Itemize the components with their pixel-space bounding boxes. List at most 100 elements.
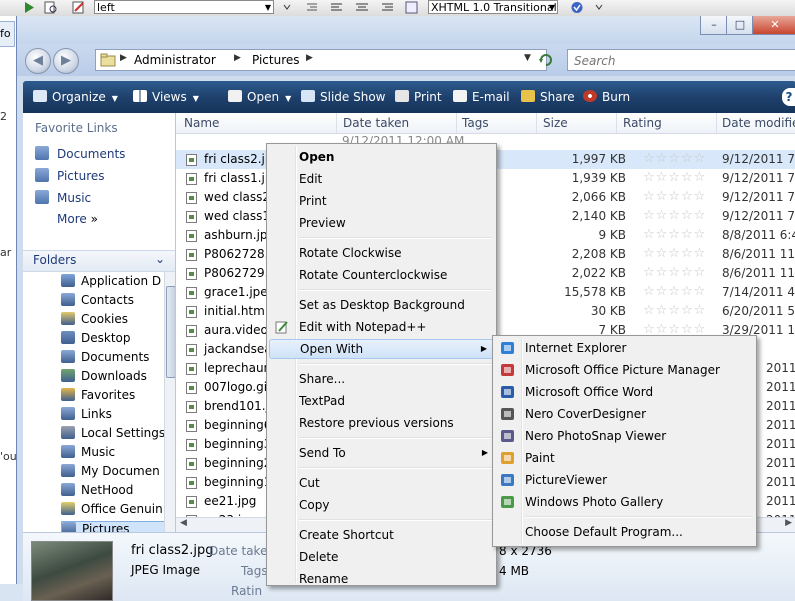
context-menu-item[interactable]: Copy <box>269 495 494 515</box>
open-with-item[interactable]: Paint <box>495 448 754 468</box>
print-button[interactable]: Print <box>395 87 442 107</box>
rating-stars-icon[interactable]: ☆☆☆☆☆ <box>643 208 706 223</box>
column-divider[interactable] <box>456 113 457 133</box>
folder-tree-item[interactable]: Desktop <box>61 331 171 345</box>
folder-tree-item[interactable]: NetHood <box>61 483 171 497</box>
column-divider[interactable] <box>716 113 717 133</box>
folder-tree-item[interactable]: Downloads <box>61 369 171 383</box>
context-menu-item[interactable]: TextPad <box>269 391 494 411</box>
indent-icon[interactable] <box>305 1 319 14</box>
back-button[interactable]: ◀ <box>25 48 51 74</box>
address-dropdown-icon[interactable]: ▼ <box>524 53 531 63</box>
format-icon[interactable] <box>405 1 419 14</box>
toolbar-chevron-icon[interactable] <box>592 1 606 14</box>
context-menu-item[interactable]: Preview <box>269 213 494 233</box>
breadcrumb-pictures[interactable]: Pictures <box>252 53 300 67</box>
folder-tree-item[interactable]: Local Settings <box>61 426 171 440</box>
scroll-right-icon[interactable]: ▶ <box>785 518 792 528</box>
context-menu-item[interactable]: Rename <box>269 569 494 589</box>
open-button[interactable]: Open ▼ <box>228 87 291 107</box>
folder-tree-item[interactable]: Office Genuin <box>61 502 171 516</box>
share-button[interactable]: Share <box>521 87 575 107</box>
rating-stars-icon[interactable]: ☆☆☆☆☆ <box>643 265 706 280</box>
context-menu-item[interactable]: Rotate Counterclockwise <box>269 265 494 285</box>
breadcrumb-administrator[interactable]: Administrator <box>134 53 216 67</box>
open-with-item[interactable]: Windows Photo Gallery <box>495 492 754 512</box>
context-menu-item[interactable]: Cut <box>269 473 494 493</box>
folder-tree-item[interactable]: Documents <box>61 350 171 364</box>
edit-doc-icon[interactable] <box>72 1 86 14</box>
forward-button[interactable]: ▶ <box>53 48 79 74</box>
folders-header[interactable]: Folders ⌄ <box>23 250 175 272</box>
context-menu-item[interactable]: Delete <box>269 547 494 567</box>
search-input[interactable] <box>572 53 776 69</box>
column-size[interactable]: Size <box>543 116 568 130</box>
context-menu-item[interactable]: Share... <box>269 369 494 389</box>
open-with-item[interactable]: Nero CoverDesigner <box>495 404 754 424</box>
favorite-link-pictures[interactable]: Pictures <box>35 168 105 183</box>
nav-scrollbar-thumb[interactable] <box>166 286 175 378</box>
refresh-icon[interactable] <box>537 51 555 69</box>
folder-tree-item[interactable]: Application D <box>61 274 171 288</box>
favorite-link-music[interactable]: Music <box>35 190 91 205</box>
doctype-combo[interactable]: XHTML 1.0 Transitional ▼ <box>428 0 558 14</box>
minimize-button[interactable]: – <box>700 16 728 35</box>
email-button[interactable]: E-mail <box>453 87 510 107</box>
rating-stars-icon[interactable]: ☆☆☆☆☆ <box>643 246 706 261</box>
search-doc-icon[interactable] <box>44 1 58 14</box>
column-divider[interactable] <box>616 113 617 133</box>
toolbar-chevron-icon[interactable] <box>280 1 294 14</box>
folder-tree-item[interactable]: Cookies <box>61 312 171 326</box>
rating-stars-icon[interactable]: ☆☆☆☆☆ <box>643 151 706 166</box>
context-menu-item[interactable]: Set as Desktop Background <box>269 295 494 315</box>
align-right-icon[interactable] <box>380 1 394 14</box>
open-with-item[interactable]: Microsoft Office Word <box>495 382 754 402</box>
address-bar[interactable]: ▶ Administrator ▶ Pictures ▶ ▼ <box>95 49 547 71</box>
background-tab[interactable]: fo <box>0 21 15 47</box>
context-menu-item[interactable]: Open <box>269 147 494 167</box>
column-rating[interactable]: Rating <box>623 116 662 130</box>
open-with-item[interactable]: PictureViewer <box>495 470 754 490</box>
folder-tree-item[interactable]: Pictures <box>61 521 173 532</box>
open-with-item[interactable]: Choose Default Program... <box>495 522 754 542</box>
column-date-taken[interactable]: Date taken <box>343 116 409 130</box>
folder-tree-item[interactable]: Contacts <box>61 293 171 307</box>
context-menu-item[interactable]: Open With ▶ <box>269 339 494 359</box>
style-combo[interactable]: left ▼ <box>94 0 274 14</box>
context-menu-item[interactable]: Rotate Clockwise <box>269 243 494 263</box>
context-menu-item[interactable]: Edit <box>269 169 494 189</box>
folder-tree-item[interactable]: Links <box>61 407 171 421</box>
rating-stars-icon[interactable]: ☆☆☆☆☆ <box>643 227 706 242</box>
align-left-icon[interactable] <box>330 1 344 14</box>
context-menu-item[interactable]: Restore previous versions <box>269 413 494 433</box>
open-with-item[interactable]: Microsoft Office Picture Manager <box>495 360 754 380</box>
context-menu-item[interactable]: Create Shortcut <box>269 525 494 545</box>
context-menu-item[interactable]: Print <box>269 191 494 211</box>
context-menu-item[interactable]: Send To ▶ <box>269 443 494 463</box>
open-with-item[interactable]: Nero PhotoSnap Viewer <box>495 426 754 446</box>
maximize-button[interactable]: □ <box>726 16 754 35</box>
context-menu-item[interactable]: Edit with Notepad++ <box>269 317 494 337</box>
help-button[interactable]: ? <box>782 88 795 106</box>
scroll-left-icon[interactable]: ◀ <box>180 518 187 528</box>
slideshow-button[interactable]: Slide Show <box>301 87 385 107</box>
nav-scrollbar[interactable] <box>164 272 175 532</box>
column-date-modified[interactable]: Date modifie <box>722 116 795 130</box>
views-button[interactable]: Views ▼ <box>133 87 199 107</box>
rating-stars-icon[interactable]: ☆☆☆☆☆ <box>643 189 706 204</box>
validate-icon[interactable] <box>570 1 584 14</box>
column-name[interactable]: Name <box>184 116 219 130</box>
search-box[interactable] <box>567 49 795 71</box>
close-button[interactable]: ✕ <box>752 16 795 35</box>
column-divider[interactable] <box>536 113 537 133</box>
play-icon[interactable] <box>22 1 36 14</box>
organize-button[interactable]: Organize ▼ <box>33 87 118 107</box>
column-divider[interactable] <box>336 113 337 133</box>
burn-button[interactable]: Burn <box>583 87 630 107</box>
open-with-item[interactable]: Internet Explorer <box>495 338 754 358</box>
folder-tree-item[interactable]: Favorites <box>61 388 171 402</box>
align-center-icon[interactable] <box>355 1 369 14</box>
rating-stars-icon[interactable]: ☆☆☆☆☆ <box>643 170 706 185</box>
rating-stars-icon[interactable]: ☆☆☆☆☆ <box>643 303 706 318</box>
rating-stars-icon[interactable]: ☆☆☆☆☆ <box>643 284 706 299</box>
